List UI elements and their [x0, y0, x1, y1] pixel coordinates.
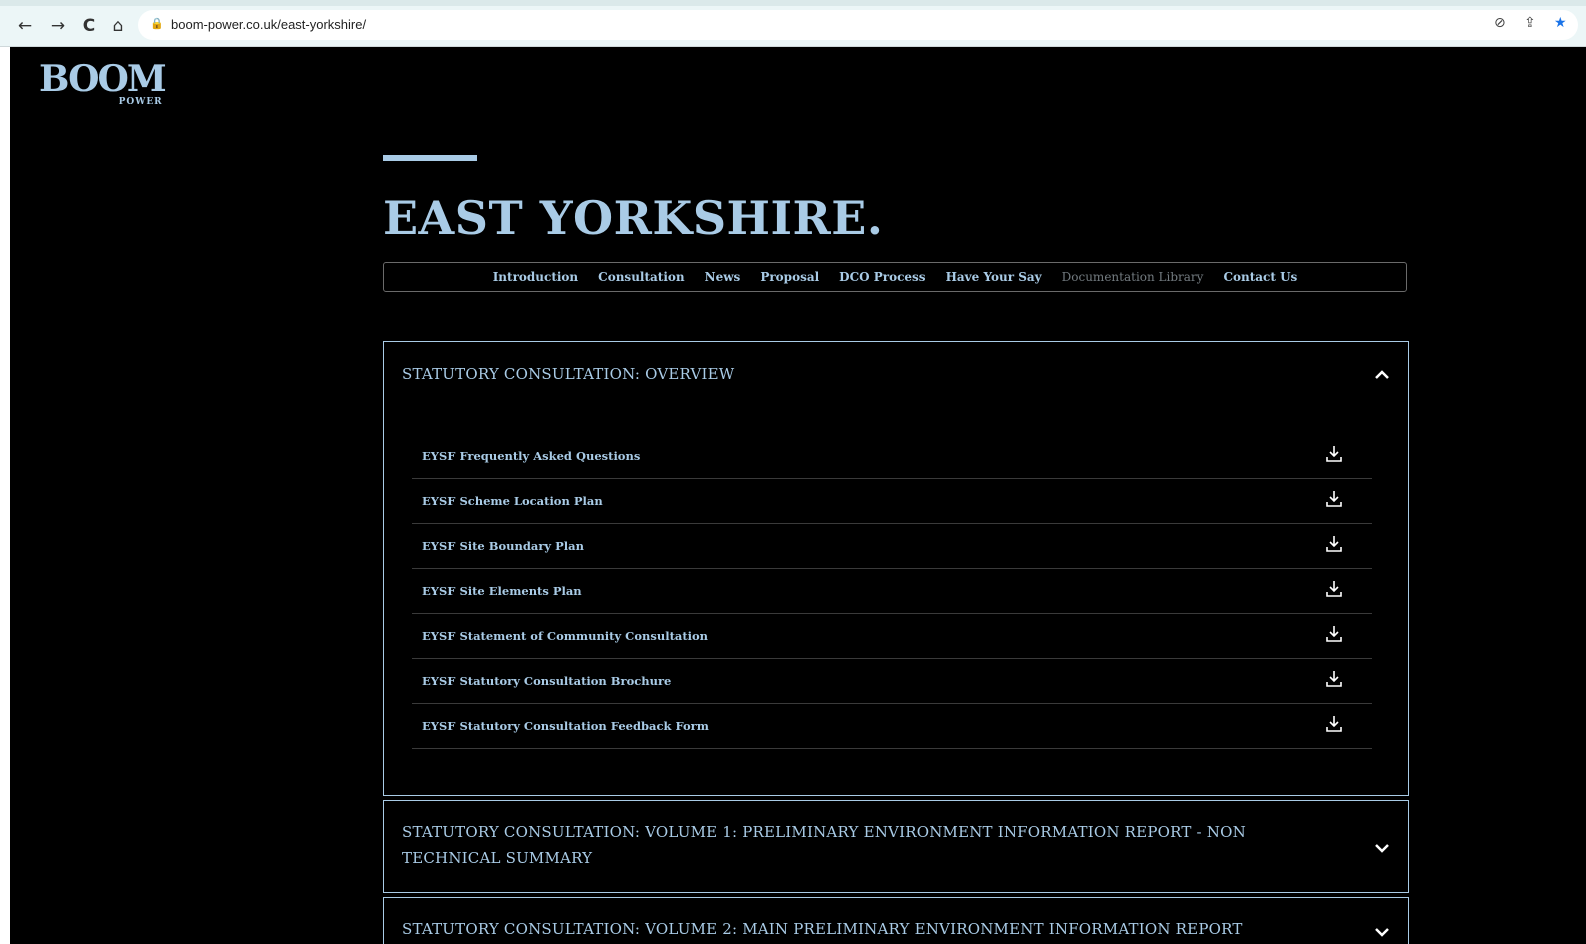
eye-off-icon[interactable]: ⊘	[1494, 15, 1506, 31]
download-icon[interactable]	[1324, 669, 1344, 689]
download-icon[interactable]	[1324, 624, 1344, 644]
nav-news[interactable]: News	[705, 270, 741, 284]
document-link[interactable]: EYSF Frequently Asked Questions	[422, 449, 640, 463]
list-item[interactable]: EYSF Statutory Consultation Brochure	[412, 659, 1372, 704]
reload-icon[interactable]: C	[78, 15, 100, 37]
list-item[interactable]: EYSF Statement of Community Consultation	[412, 614, 1372, 659]
site-logo[interactable]: BOOM POWER	[39, 58, 167, 107]
back-icon[interactable]: ←	[14, 15, 36, 37]
browser-toolbar: ← → C ⌂ 🔒 boom-power.co.uk/east-yorkshir…	[0, 0, 1586, 47]
nav-consultation[interactable]: Consultation	[598, 270, 684, 284]
nav-have-your-say[interactable]: Have Your Say	[946, 270, 1042, 284]
accordion-overview: STATUTORY CONSULTATION: OVERVIEW EYSF Fr…	[383, 341, 1409, 796]
title-accent-bar	[383, 155, 477, 161]
accordion-volume-2[interactable]: STATUTORY CONSULTATION: VOLUME 2: MAIN P…	[383, 897, 1409, 944]
lock-icon[interactable]: 🔒	[150, 17, 164, 30]
list-item[interactable]: EYSF Scheme Location Plan	[412, 479, 1372, 524]
nav-dco-process[interactable]: DCO Process	[839, 270, 925, 284]
document-list: EYSF Frequently Asked Questions EYSF Sch…	[412, 434, 1372, 749]
nav-contact-us[interactable]: Contact Us	[1223, 270, 1297, 284]
list-item[interactable]: EYSF Site Boundary Plan	[412, 524, 1372, 569]
download-icon[interactable]	[1324, 489, 1344, 509]
download-icon[interactable]	[1324, 714, 1344, 734]
nav-documentation-library[interactable]: Documentation Library	[1062, 270, 1204, 284]
section-nav: Introduction Consultation News Proposal …	[383, 262, 1407, 292]
page-title: EAST YORKSHIRE.	[383, 191, 884, 245]
download-icon[interactable]	[1324, 444, 1344, 464]
document-link[interactable]: EYSF Statutory Consultation Brochure	[422, 674, 671, 688]
accordion-title[interactable]: STATUTORY CONSULTATION: VOLUME 2: MAIN P…	[402, 916, 1302, 942]
logo-wordmark: BOOM	[39, 58, 167, 100]
share-icon[interactable]: ⇪	[1524, 15, 1536, 31]
accordion-title[interactable]: STATUTORY CONSULTATION: OVERVIEW	[402, 361, 1302, 387]
chevron-down-icon[interactable]	[1372, 922, 1392, 942]
accordion-title[interactable]: STATUTORY CONSULTATION: VOLUME 1: PRELIM…	[402, 819, 1282, 871]
nav-proposal[interactable]: Proposal	[760, 270, 819, 284]
forward-icon[interactable]: →	[47, 15, 69, 37]
home-icon[interactable]: ⌂	[107, 15, 129, 37]
bookmark-star-icon[interactable]: ★	[1554, 15, 1567, 31]
list-item[interactable]: EYSF Site Elements Plan	[412, 569, 1372, 614]
url-text[interactable]: boom-power.co.uk/east-yorkshire/	[171, 17, 366, 32]
download-icon[interactable]	[1324, 534, 1344, 554]
nav-introduction[interactable]: Introduction	[493, 270, 578, 284]
download-icon[interactable]	[1324, 579, 1344, 599]
document-link[interactable]: EYSF Site Boundary Plan	[422, 539, 584, 553]
logo-subtitle: POWER	[118, 97, 163, 107]
chevron-up-icon[interactable]	[1372, 365, 1392, 385]
list-item[interactable]: EYSF Statutory Consultation Feedback For…	[412, 704, 1372, 749]
list-item[interactable]: EYSF Frequently Asked Questions	[412, 434, 1372, 479]
document-link[interactable]: EYSF Site Elements Plan	[422, 584, 582, 598]
page-content: BOOM POWER EAST YORKSHIRE. Introduction …	[10, 47, 1586, 944]
accordion-volume-1[interactable]: STATUTORY CONSULTATION: VOLUME 1: PRELIM…	[383, 800, 1409, 893]
document-link[interactable]: EYSF Scheme Location Plan	[422, 494, 603, 508]
document-link[interactable]: EYSF Statement of Community Consultation	[422, 629, 708, 643]
chevron-down-icon[interactable]	[1372, 838, 1392, 858]
document-link[interactable]: EYSF Statutory Consultation Feedback For…	[422, 719, 709, 733]
